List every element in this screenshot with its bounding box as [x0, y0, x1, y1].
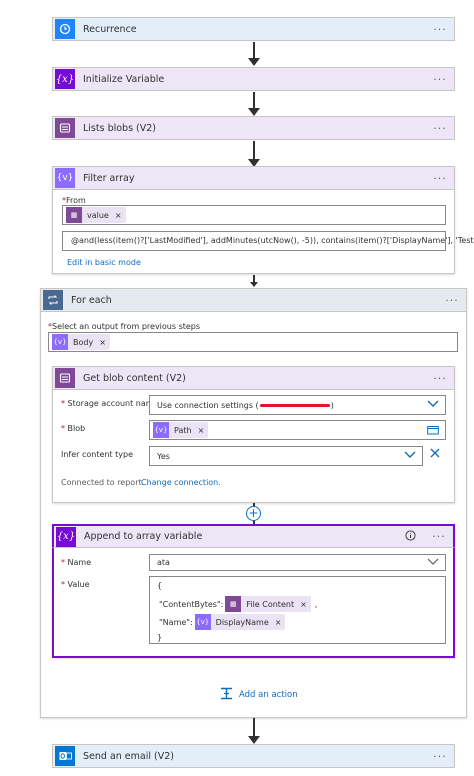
step-menu-icon[interactable]: ··· [426, 122, 454, 135]
flow-arrow [248, 275, 260, 289]
json-open-brace: { [157, 581, 163, 590]
outlook-icon [55, 746, 75, 766]
blob-storage-icon [55, 368, 75, 388]
redacted-mark [259, 403, 330, 407]
blob-storage-icon [55, 118, 75, 138]
for-each-header[interactable]: For each ··· [40, 288, 467, 312]
chevron-down-icon[interactable] [427, 556, 439, 569]
step-title: Lists blobs (V2) [83, 122, 157, 134]
filter-array-header[interactable]: {v} Filter array ··· [52, 166, 455, 190]
get-blob-content-header[interactable]: Get blob content (V2) ··· [52, 366, 455, 390]
step-title: Filter array [83, 172, 135, 184]
step-menu-icon[interactable]: ··· [426, 23, 454, 36]
filter-icon: {v} [55, 168, 75, 188]
clock-icon [55, 19, 75, 39]
infer-content-type-label: Infer content type [61, 450, 134, 459]
send-email-step[interactable]: Send an email (V2) ··· [52, 744, 455, 768]
remove-token-icon[interactable]: × [115, 211, 122, 220]
loop-icon [43, 290, 63, 310]
step-title: Recurrence [83, 23, 137, 35]
step-menu-icon[interactable]: ··· [426, 372, 454, 385]
storage-account-select[interactable]: Use connection settings () [149, 395, 446, 415]
blob-input[interactable]: {v} Path × [149, 420, 446, 440]
path-token[interactable]: {v} Path × [153, 422, 209, 438]
filter-icon: {v} [194, 614, 211, 630]
name-line: "Name": {v} DisplayName × [159, 614, 286, 630]
filter-icon: {v} [52, 334, 68, 350]
chevron-down-icon[interactable] [427, 398, 439, 411]
blob-storage-icon: ▦ [225, 596, 242, 612]
step-title: Send an email (V2) [83, 750, 174, 762]
flow-arrow [248, 718, 260, 744]
connected-text: Connected to report. [61, 478, 145, 487]
json-close-brace: } [157, 633, 163, 642]
initialize-variable-step[interactable]: {x} Initialize Variable ··· [52, 67, 455, 91]
remove-token-icon[interactable]: × [99, 338, 106, 347]
from-label: *From [62, 196, 86, 205]
condition-input[interactable]: @and(less(item()?['LastModified'], addMi… [62, 231, 474, 251]
select-output-label: *Select an output from previous steps [48, 322, 201, 331]
step-menu-icon[interactable]: ··· [426, 73, 454, 86]
step-title: For each [71, 294, 112, 306]
flow-arrow [248, 92, 260, 116]
from-input[interactable]: ▦ value × [62, 205, 446, 225]
step-menu-icon[interactable]: ··· [426, 172, 454, 185]
filter-icon: {v} [153, 422, 169, 438]
value-label: * Value [61, 580, 90, 589]
flow-arrow [248, 42, 260, 66]
add-action-icon [220, 687, 233, 703]
remove-token-icon[interactable]: × [275, 618, 282, 627]
storage-account-value: Use connection settings () [157, 400, 334, 410]
edit-basic-mode-link[interactable]: Edit in basic mode [67, 258, 141, 267]
content-bytes-line: "ContentBytes": ▦ File Content × , [159, 596, 317, 612]
add-action-button[interactable]: Add an action [220, 687, 298, 703]
clear-field-icon[interactable] [430, 448, 440, 461]
folder-icon[interactable] [427, 425, 439, 438]
name-label: * Name [61, 558, 92, 567]
name-select[interactable]: ata [149, 554, 446, 571]
step-title: Initialize Variable [83, 73, 165, 85]
step-menu-icon[interactable]: ··· [426, 750, 454, 763]
change-connection-link[interactable]: Change connection. [141, 478, 221, 487]
recurrence-step[interactable]: Recurrence ··· [52, 17, 455, 41]
infer-content-type-select[interactable]: Yes [149, 446, 423, 466]
info-icon[interactable] [405, 529, 419, 544]
lists-blobs-step[interactable]: Lists blobs (V2) ··· [52, 116, 455, 140]
remove-token-icon[interactable]: × [198, 426, 205, 435]
step-menu-icon[interactable]: ··· [425, 530, 453, 543]
body-token[interactable]: {v} Body × [52, 334, 110, 350]
file-content-token[interactable]: ▦ File Content × [225, 596, 311, 612]
insert-step-icon[interactable]: + [246, 506, 261, 521]
remove-token-icon[interactable]: × [300, 600, 307, 609]
blob-label: * Blob [61, 424, 86, 433]
variable-icon: {x} [55, 69, 75, 89]
value-token[interactable]: ▦ value × [66, 207, 126, 223]
step-title: Get blob content (V2) [83, 372, 186, 384]
condition-expression: @and(less(item()?['LastModified'], addMi… [71, 236, 474, 245]
display-name-token[interactable]: {v} DisplayName × [194, 614, 286, 630]
select-output-input[interactable]: {v} Body × [48, 332, 458, 352]
chevron-down-icon[interactable] [404, 449, 416, 462]
blob-storage-icon: ▦ [66, 207, 82, 223]
step-menu-icon[interactable]: ··· [438, 294, 466, 307]
flow-arrow [248, 141, 260, 167]
append-array-variable-header[interactable]: {x} Append to array variable ··· [52, 524, 455, 548]
variable-icon: {x} [56, 526, 76, 547]
storage-account-label: * Storage account name [61, 399, 159, 408]
value-editor[interactable]: { "ContentBytes": ▦ File Content × , "Na… [149, 576, 446, 644]
step-title: Append to array variable [84, 531, 203, 542]
